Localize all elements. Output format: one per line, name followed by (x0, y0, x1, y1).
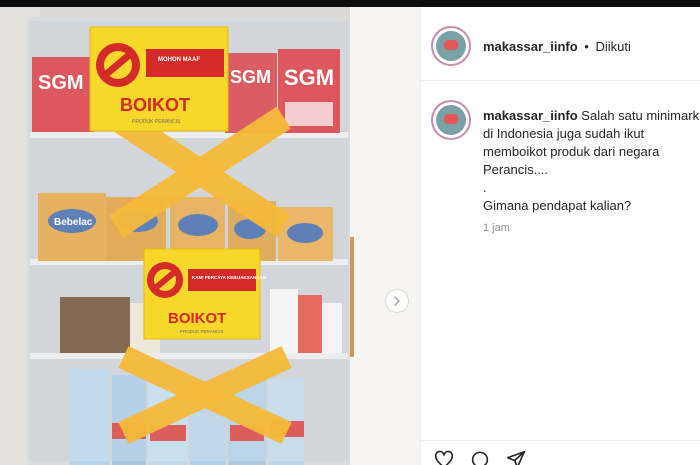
caption-line-2: di Indonesia juga sudah ikut (483, 126, 645, 141)
sign-top-heading: MOHON MAAF (158, 57, 200, 63)
sign-bottom-footer: PRODUK PERANCIS (180, 329, 224, 334)
caption-username[interactable]: makassar_iinfo (483, 108, 578, 123)
caption-line-4: Perancis.... (483, 162, 549, 177)
top-bar (0, 0, 700, 7)
action-bar (433, 449, 527, 465)
chevron-right-icon (394, 296, 400, 306)
store-shelf-image: SGM SGM SGM Bebelac MOHON MAAF BOIKOT PR… (0, 7, 420, 465)
caption-line-6: Gimana pendapat kalian? (483, 198, 632, 213)
sign-top-title: BOIKOT (120, 95, 190, 115)
header-username[interactable]: makassar_iinfo (483, 39, 578, 54)
boycott-sign-bottom: KAMI PERCAYA KEBIJAKSANAAN BOIKOT PRODUK… (143, 248, 266, 340)
heart-icon[interactable] (433, 449, 455, 465)
actions-divider (421, 440, 700, 441)
caption-line-3: memboikot produk dari negara (483, 144, 660, 159)
header-user-row: makassar_iinfo • Diikuti (483, 39, 631, 54)
follow-status[interactable]: Diikuti (595, 39, 630, 54)
send-icon[interactable] (505, 449, 527, 465)
post-header: makassar_iinfo • Diikuti (421, 7, 700, 81)
comment-icon[interactable] (469, 449, 491, 465)
caption: makassar_iinfo Salah satu minimarket di … (483, 107, 699, 215)
post-photo[interactable]: SGM SGM SGM Bebelac MOHON MAAF BOIKOT PR… (0, 7, 420, 465)
post-time[interactable]: 1 jam (483, 222, 510, 234)
post-caption-area: makassar_iinfo Salah satu minimarket di … (421, 82, 700, 422)
sign-top-footer: PRODUK PERANCIS (132, 119, 181, 125)
boycott-sign-top: MOHON MAAF BOIKOT PRODUK PERANCIS (89, 26, 229, 132)
next-image-button[interactable] (385, 289, 409, 313)
caption-avatar[interactable] (431, 100, 471, 140)
caption-line-1: makassar_iinfo Salah satu minimarket (483, 108, 699, 123)
separator-dot: • (584, 39, 589, 54)
sign-bottom-title: BOIKOT (168, 310, 226, 327)
caption-line-5: . (483, 180, 487, 195)
sign-bottom-heading: KAMI PERCAYA KEBIJAKSANAAN (192, 275, 266, 280)
avatar[interactable] (431, 26, 471, 66)
